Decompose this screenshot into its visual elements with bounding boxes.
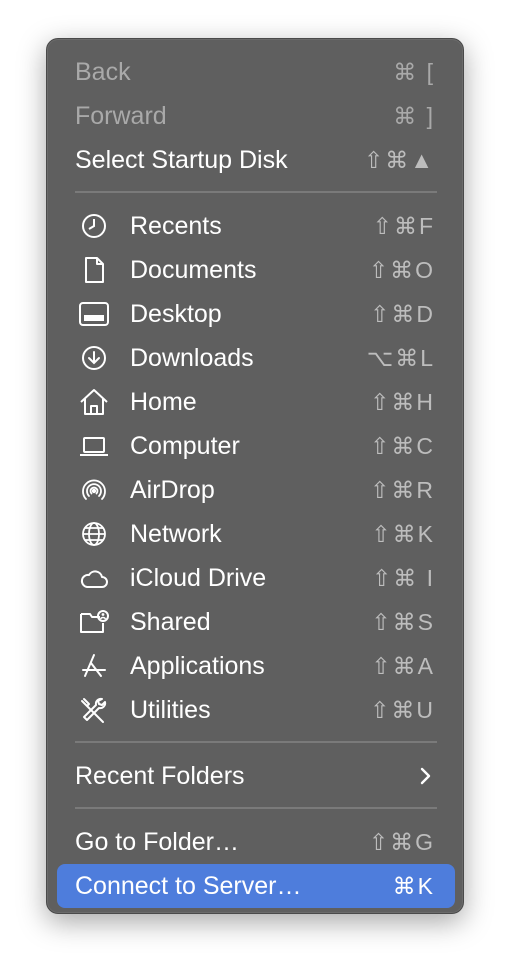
menu-item-go-to-folder[interactable]: Go to Folder… ⇧⌘G [57,820,455,864]
menu-item-forward[interactable]: Forward ⌘ ] [57,94,455,138]
menu-item-label: Go to Folder… [75,828,239,856]
menu-item-label: iCloud Drive [130,564,267,592]
menu-item-shortcut: ⌘K [392,873,435,899]
download-icon [78,343,110,373]
menu-item-label: AirDrop [130,476,215,504]
menu-item-shortcut: ⇧⌘G [368,829,435,855]
menu-item-connect-to-server[interactable]: Connect to Server… ⌘K [57,864,455,908]
globe-icon [78,519,110,549]
menu-item-downloads[interactable]: Downloads ⌥⌘L [57,336,455,380]
menu-item-label: Home [130,388,197,416]
menu-item-shortcut: ⇧⌘H [370,389,435,415]
menu-item-shortcut: ⇧⌘▲ [363,147,435,173]
menu-item-label: Computer [130,432,240,460]
menu-item-shortcut: ⇧⌘F [372,213,435,239]
document-icon [78,255,110,285]
menu-item-shortcut: ⌘ [ [393,59,435,85]
menu-item-shortcut: ⌥⌘L [366,345,435,371]
menu-item-recents[interactable]: Recents ⇧⌘F [57,204,455,248]
menu-item-computer[interactable]: Computer ⇧⌘C [57,424,455,468]
menu-item-shortcut: ⇧⌘D [370,301,435,327]
menu-item-shortcut: ⇧⌘U [370,697,435,723]
menu-item-shortcut: ⇧⌘ I [371,565,435,591]
menu-item-label: Network [130,520,222,548]
menu-item-label: Downloads [130,344,254,372]
menu-item-label: Documents [130,256,257,284]
cloud-icon [78,563,110,593]
menu-item-shortcut: ⇧⌘C [370,433,435,459]
utilities-icon [78,695,110,725]
menu-separator [75,807,437,809]
menu-item-shortcut: ⇧⌘K [371,521,435,547]
menu-item-shortcut: ⇧⌘O [368,257,435,283]
menu-item-desktop[interactable]: Desktop ⇧⌘D [57,292,455,336]
menu-item-airdrop[interactable]: AirDrop ⇧⌘R [57,468,455,512]
menu-item-shortcut: ⌘ ] [393,103,435,129]
shared-folder-icon [78,607,110,637]
menu-item-label: Shared [130,608,211,636]
menu-item-label: Desktop [130,300,222,328]
applications-icon [78,651,110,681]
menu-item-label: Utilities [130,696,211,724]
menu-item-label: Select Startup Disk [75,146,288,174]
menu-item-label: Connect to Server… [75,872,302,900]
menu-separator [75,191,437,193]
menu-item-label: Applications [130,652,265,680]
menu-item-label: Recent Folders [75,762,245,790]
menu-item-shortcut: ⇧⌘A [371,653,435,679]
laptop-icon [78,431,110,461]
clock-icon [78,211,110,241]
airdrop-icon [78,475,110,505]
menu-item-utilities[interactable]: Utilities ⇧⌘U [57,688,455,732]
menu-item-home[interactable]: Home ⇧⌘H [57,380,455,424]
menu-item-shared[interactable]: Shared ⇧⌘S [57,600,455,644]
menu-item-documents[interactable]: Documents ⇧⌘O [57,248,455,292]
menu-item-label: Back [75,58,131,86]
menu-separator [75,741,437,743]
menu-item-label: Recents [130,212,222,240]
home-icon [78,387,110,417]
menu-item-network[interactable]: Network ⇧⌘K [57,512,455,556]
desktop-icon [78,299,110,329]
menu-item-select-startup-disk[interactable]: Select Startup Disk ⇧⌘▲ [57,138,455,182]
menu-item-shortcut: ⇧⌘R [370,477,435,503]
menu-item-back[interactable]: Back ⌘ [ [57,50,455,94]
go-menu: Back ⌘ [ Forward ⌘ ] Select Startup Disk… [46,38,464,914]
menu-item-icloud-drive[interactable]: iCloud Drive ⇧⌘ I [57,556,455,600]
menu-item-label: Forward [75,102,167,130]
menu-item-shortcut: ⇧⌘S [371,609,435,635]
chevron-right-icon [419,766,433,786]
menu-item-applications[interactable]: Applications ⇧⌘A [57,644,455,688]
menu-item-recent-folders[interactable]: Recent Folders [57,754,455,798]
